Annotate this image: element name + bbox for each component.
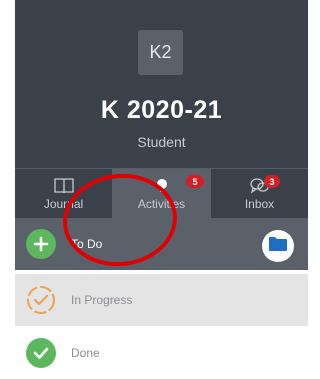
inbox-badge: 3 — [264, 175, 280, 188]
list-in-progress[interactable]: In Progress — [15, 274, 308, 326]
tab-bar: Journal 5 Activities 3 Inbox — [15, 168, 308, 219]
tab-inbox[interactable]: 3 Inbox — [211, 169, 308, 219]
plus-circle-icon — [26, 229, 56, 259]
list-in-progress-label: In Progress — [71, 293, 133, 307]
book-icon — [53, 177, 74, 194]
check-circle-icon — [26, 338, 56, 368]
folder-button[interactable] — [262, 230, 294, 262]
app-panel: K2 K 2020-21 Student Journal 5 Activitie… — [15, 0, 308, 379]
progress-circle-icon — [26, 285, 56, 315]
tab-journal[interactable]: Journal — [15, 169, 112, 219]
folder-icon — [268, 235, 288, 257]
tab-journal-label: Journal — [43, 197, 84, 211]
list-todo-label: To Do — [71, 237, 103, 251]
class-title: K 2020-21 — [100, 96, 223, 124]
avatar: K2 — [138, 30, 183, 75]
tab-activities-label: Activities — [137, 197, 186, 211]
list-done[interactable]: Done — [15, 327, 308, 379]
role-label: Student — [137, 134, 186, 150]
lightbulb-icon — [154, 177, 170, 194]
class-header: K2 K 2020-21 Student — [15, 0, 308, 168]
tab-inbox-label: Inbox — [244, 197, 275, 211]
activities-badge: 5 — [186, 175, 204, 188]
tab-activities[interactable]: 5 Activities — [112, 169, 211, 219]
list-todo[interactable]: To Do — [15, 218, 308, 270]
list-done-label: Done — [71, 346, 100, 360]
